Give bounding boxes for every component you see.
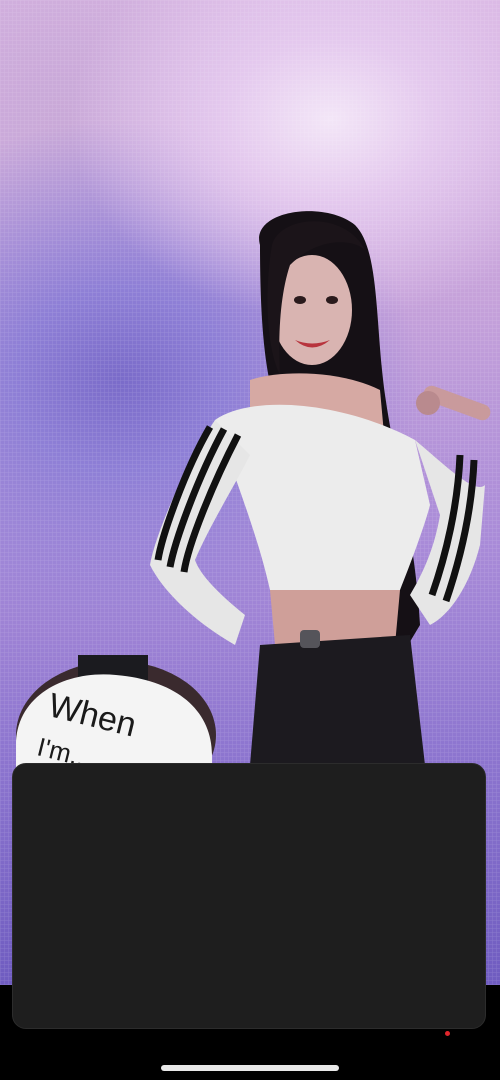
bottom-sheet-panel[interactable] [12, 763, 486, 1029]
recording-indicator-icon [445, 1031, 450, 1036]
home-indicator[interactable] [161, 1065, 339, 1071]
